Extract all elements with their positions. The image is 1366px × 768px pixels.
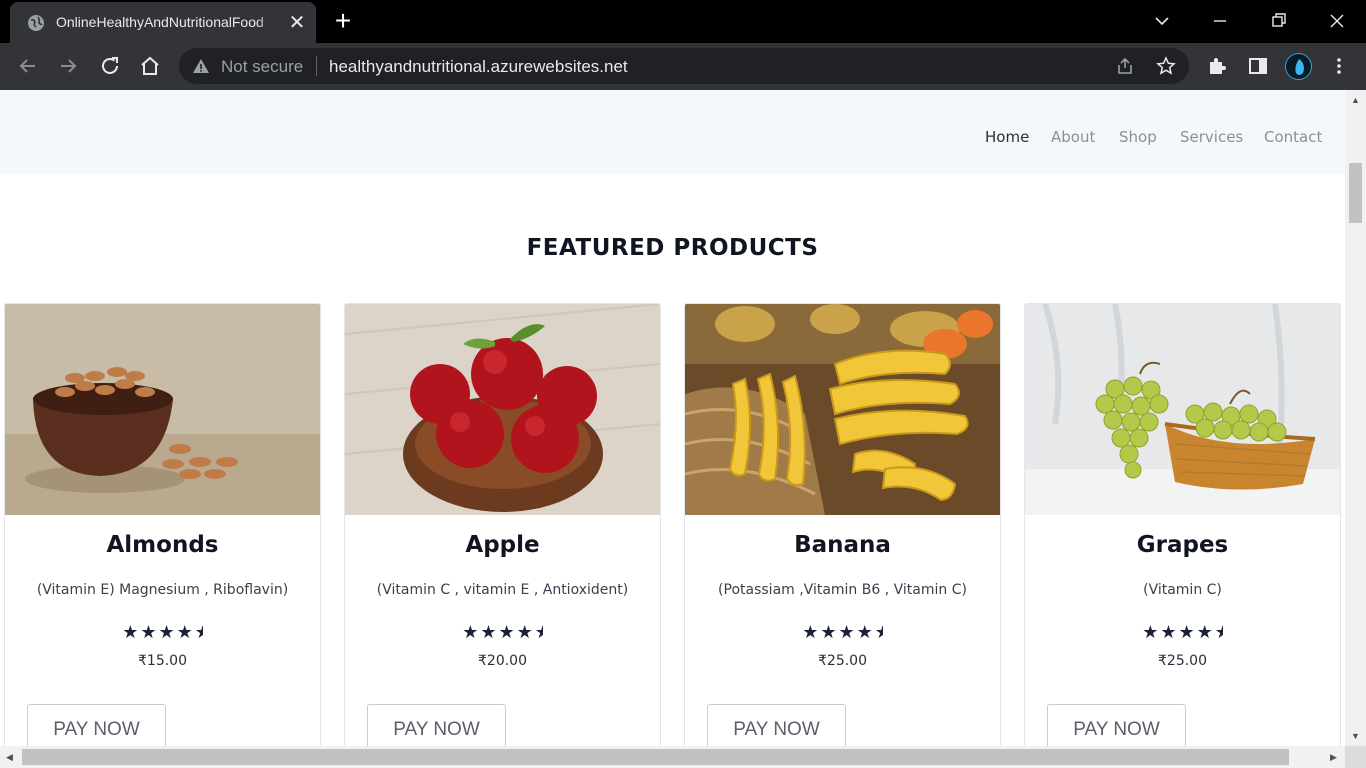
home-icon[interactable]	[138, 54, 162, 78]
site-header: Home About Shop Services Contact	[0, 90, 1345, 172]
rating-stars: ★★★★★	[685, 622, 1000, 643]
plus-icon[interactable]: +	[330, 7, 356, 35]
product-price: ₹15.00	[138, 653, 187, 669]
star-icon: ★	[158, 622, 177, 642]
product-name: Apple	[465, 532, 540, 558]
pay-now-button[interactable]: PAY NOW	[367, 704, 506, 746]
star-icon: ★	[1142, 622, 1161, 642]
browser-tab-strip: OnlineHealthyAndNutritionalFood ✕ +	[0, 0, 1366, 43]
globe-icon	[28, 15, 44, 31]
product-card-almonds: Almonds (Vitamin E) Magnesium , Riboflav…	[4, 303, 321, 746]
star-icon: ★	[122, 622, 141, 642]
nav-about[interactable]: About	[1051, 128, 1095, 146]
vertical-scrollbar[interactable]: ▲ ▼	[1345, 90, 1366, 746]
star-icon: ★	[838, 622, 857, 642]
product-image-apple[interactable]	[345, 304, 660, 515]
star-icon: ★	[1160, 622, 1179, 642]
star-icon: ★	[1178, 622, 1197, 642]
scroll-right-icon[interactable]: ▶	[1330, 752, 1337, 762]
section-title: FEATURED PRODUCTS	[526, 235, 819, 261]
nav-contact[interactable]: Contact	[1264, 128, 1322, 146]
product-name: Grapes	[1136, 532, 1229, 558]
rating-stars: ★★★★★	[345, 622, 660, 643]
product-name: Almonds	[106, 532, 219, 558]
page-viewport: Home About Shop Services Contact FEATURE…	[0, 90, 1345, 746]
star-icon: ★	[820, 622, 839, 642]
pay-now-button[interactable]: PAY NOW	[27, 704, 166, 746]
close-window-icon[interactable]	[1324, 8, 1350, 34]
browser-tab[interactable]: OnlineHealthyAndNutritionalFood ✕	[10, 2, 316, 43]
scrollbar-corner	[1345, 746, 1366, 768]
star-icon: ★	[856, 622, 875, 642]
star-icon[interactable]	[1156, 56, 1176, 76]
product-image-almonds[interactable]	[5, 304, 320, 515]
product-price: ₹25.00	[1158, 653, 1207, 669]
tab-title: OnlineHealthyAndNutritionalFood	[56, 14, 278, 32]
security-label[interactable]: Not secure	[221, 57, 303, 77]
nav-services[interactable]: Services	[1180, 128, 1243, 146]
share-icon[interactable]	[1115, 56, 1135, 76]
omnibox-divider	[316, 56, 317, 76]
star-icon: ★	[140, 622, 159, 642]
half-star-icon: ★	[1215, 622, 1223, 643]
scroll-down-icon[interactable]: ▼	[1351, 731, 1360, 741]
product-name: Banana	[794, 532, 891, 558]
product-price: ₹25.00	[818, 653, 867, 669]
star-icon: ★	[516, 622, 535, 642]
pay-now-button[interactable]: PAY NOW	[1047, 704, 1186, 746]
product-image-banana[interactable]	[685, 304, 1000, 515]
minimize-icon[interactable]	[1207, 8, 1233, 34]
url-text[interactable]: healthyandnutritional.azurewebsites.net	[329, 57, 628, 77]
product-card-apple: Apple (Vitamin C , vitamin E , Antioxide…	[344, 303, 661, 746]
horizontal-scrollbar[interactable]: ◀ ▶	[0, 746, 1345, 768]
product-description: (Potassiam ,Vitamin B6 , Vitamin C)	[718, 582, 967, 598]
scroll-up-icon[interactable]: ▲	[1351, 95, 1360, 105]
star-icon: ★	[1196, 622, 1215, 642]
menu-icon[interactable]	[1328, 55, 1350, 77]
rating-stars: ★★★★★	[1025, 622, 1340, 643]
star-icon: ★	[462, 622, 481, 642]
half-star-icon: ★	[195, 622, 203, 643]
pay-now-button[interactable]: PAY NOW	[707, 704, 846, 746]
chevron-down-icon[interactable]	[1149, 8, 1175, 34]
restore-icon[interactable]	[1266, 8, 1292, 34]
back-icon[interactable]	[16, 54, 40, 78]
forward-icon[interactable]	[56, 54, 80, 78]
product-card-grapes: Grapes (Vitamin C) ★★★★★ ₹25.00 PAY NOW	[1024, 303, 1341, 746]
vertical-scroll-thumb[interactable]	[1349, 163, 1362, 223]
nav-shop[interactable]: Shop	[1119, 128, 1157, 146]
half-star-icon: ★	[875, 622, 883, 643]
scroll-left-icon[interactable]: ◀	[6, 752, 13, 762]
reload-icon[interactable]	[98, 54, 122, 78]
nav-home[interactable]: Home	[985, 128, 1029, 146]
star-icon: ★	[480, 622, 499, 642]
warning-icon[interactable]	[192, 57, 210, 75]
extensions-icon[interactable]	[1206, 55, 1228, 77]
horizontal-scroll-thumb[interactable]	[22, 749, 1289, 765]
close-icon[interactable]: ✕	[286, 12, 308, 34]
product-description: (Vitamin E) Magnesium , Riboflavin)	[36, 582, 289, 598]
address-bar[interactable]: Not secure healthyandnutritional.azurewe…	[179, 48, 1189, 84]
browser-toolbar: Not secure healthyandnutritional.azurewe…	[0, 43, 1366, 90]
product-price: ₹20.00	[478, 653, 527, 669]
side-panel-icon[interactable]	[1247, 55, 1269, 77]
half-star-icon: ★	[535, 622, 543, 643]
profile-image	[1295, 59, 1304, 75]
product-image-grapes[interactable]	[1025, 304, 1340, 515]
star-icon: ★	[802, 622, 821, 642]
star-icon: ★	[498, 622, 517, 642]
product-card-banana: Banana (Potassiam ,Vitamin B6 , Vitamin …	[684, 303, 1001, 746]
star-icon: ★	[176, 622, 195, 642]
product-description: (Vitamin C)	[1143, 582, 1222, 598]
product-description: (Vitamin C , vitamin E , Antioxident)	[376, 582, 629, 598]
rating-stars: ★★★★★	[5, 622, 320, 643]
avatar[interactable]	[1285, 53, 1312, 80]
